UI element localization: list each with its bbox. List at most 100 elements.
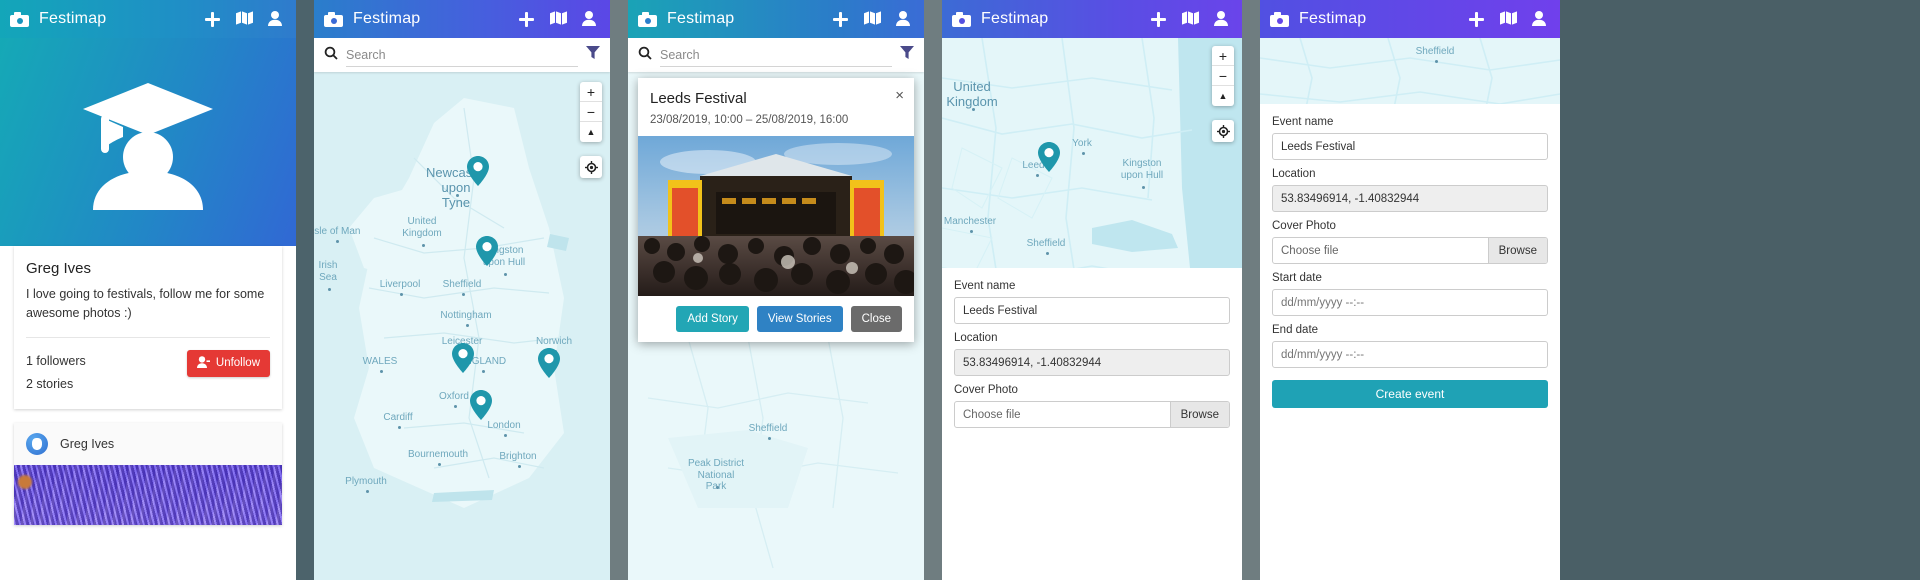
map-city-dot bbox=[768, 437, 771, 440]
map-icon[interactable] bbox=[864, 11, 881, 27]
plus-icon[interactable] bbox=[832, 11, 848, 27]
zoom-controls[interactable]: + − ▲ bbox=[1212, 46, 1234, 106]
app-bar: Festimap bbox=[0, 0, 296, 38]
map-label: WALES bbox=[362, 356, 398, 367]
zoom-out-button[interactable]: − bbox=[1212, 66, 1234, 86]
camera-icon bbox=[952, 11, 971, 27]
map-city-dot bbox=[380, 370, 383, 373]
person-icon[interactable] bbox=[1214, 11, 1230, 27]
locate-icon bbox=[584, 160, 598, 174]
create-event-form: Event name Location Cover Photo Choose f… bbox=[1260, 104, 1560, 580]
map-canvas[interactable]: Search + − ▲ Newcastle upon Tyne Isle of M… bbox=[314, 38, 610, 580]
search-bar[interactable]: Search bbox=[314, 38, 610, 72]
map-city-dot bbox=[518, 465, 521, 468]
map-icon[interactable] bbox=[1500, 11, 1517, 27]
app-title: Festimap bbox=[1299, 10, 1367, 27]
compass-button[interactable]: ▲ bbox=[1212, 86, 1234, 106]
profile-hero bbox=[0, 38, 296, 246]
map-graphic bbox=[314, 38, 610, 580]
zoom-in-button[interactable]: + bbox=[580, 82, 602, 102]
unfollow-button[interactable]: Unfollow bbox=[186, 349, 270, 377]
browse-button[interactable]: Browse bbox=[1169, 402, 1229, 427]
map-city-dot bbox=[422, 244, 425, 247]
plus-icon[interactable] bbox=[1468, 11, 1484, 27]
plus-icon[interactable] bbox=[1150, 11, 1166, 27]
map-city-dot bbox=[972, 108, 975, 111]
profile-name: Greg Ives bbox=[26, 260, 92, 277]
map-city-dot bbox=[504, 273, 507, 276]
profile-card: Greg Ives I love going to festivals, fol… bbox=[14, 246, 282, 409]
map-canvas[interactable]: Search SheffieldPeak DistrictNational Pa… bbox=[628, 38, 924, 580]
start-date-input[interactable] bbox=[1272, 289, 1548, 316]
map-city-dot bbox=[482, 370, 485, 373]
person-icon[interactable] bbox=[1532, 11, 1548, 27]
map-pin[interactable] bbox=[470, 390, 492, 420]
plus-icon[interactable] bbox=[518, 11, 534, 27]
close-button[interactable]: Close bbox=[850, 306, 902, 332]
map-label: Liverpool bbox=[379, 279, 421, 290]
add-story-button[interactable]: Add Story bbox=[676, 306, 749, 332]
file-placeholder: Choose file bbox=[963, 408, 1021, 421]
file-placeholder: Choose file bbox=[1281, 244, 1339, 257]
person-icon[interactable] bbox=[268, 11, 284, 27]
app-title: Festimap bbox=[39, 10, 107, 27]
zoom-controls[interactable]: + − ▲ bbox=[580, 82, 602, 142]
map-pin[interactable] bbox=[452, 343, 474, 373]
app-bar: Festimap bbox=[942, 0, 1242, 38]
map-label: Plymouth bbox=[345, 476, 387, 487]
map-pin[interactable] bbox=[1038, 142, 1060, 172]
browse-button[interactable]: Browse bbox=[1487, 238, 1547, 263]
locate-button[interactable] bbox=[1212, 120, 1234, 142]
search-placeholder: Search bbox=[660, 47, 700, 62]
map-city-dot bbox=[456, 194, 459, 197]
map-city-dot bbox=[462, 293, 465, 296]
map-city-dot bbox=[716, 486, 719, 489]
camera-icon bbox=[324, 11, 343, 27]
plus-icon[interactable] bbox=[204, 11, 220, 27]
location-input[interactable] bbox=[1272, 185, 1548, 212]
event-dates: 23/08/2019, 10:00 – 25/08/2019, 16:00 bbox=[650, 114, 849, 126]
story-card[interactable]: Greg Ives bbox=[14, 423, 282, 525]
search-bar[interactable]: Search bbox=[628, 38, 924, 72]
event-name-input[interactable] bbox=[954, 297, 1230, 324]
search-icon bbox=[324, 46, 338, 65]
panel-gap bbox=[296, 0, 314, 580]
locate-button[interactable] bbox=[580, 156, 602, 178]
zoom-in-button[interactable]: + bbox=[1212, 46, 1234, 66]
map-pin[interactable] bbox=[467, 156, 489, 186]
person-icon[interactable] bbox=[582, 11, 598, 27]
map-label: Nottingham bbox=[440, 310, 492, 321]
end-date-input[interactable] bbox=[1272, 341, 1548, 368]
map-label: London bbox=[487, 420, 521, 431]
map-city-dot bbox=[1435, 60, 1438, 63]
panel-map-browse: Festimap Search + − ▲ Newcastle upon Tyn… bbox=[314, 0, 610, 580]
camera-icon bbox=[638, 11, 657, 27]
person-icon[interactable] bbox=[896, 11, 912, 27]
panel-gap bbox=[610, 0, 628, 580]
zoom-out-button[interactable]: − bbox=[580, 102, 602, 122]
close-icon[interactable]: × bbox=[895, 88, 904, 103]
cover-photo-file-input[interactable]: Choose file Browse bbox=[1272, 237, 1548, 264]
view-stories-button[interactable]: View Stories bbox=[756, 306, 843, 332]
map-icon[interactable] bbox=[1182, 11, 1199, 27]
map-icon[interactable] bbox=[236, 11, 253, 27]
create-event-form: Event name Location Cover Photo Choose f… bbox=[942, 268, 1242, 580]
filter-icon[interactable] bbox=[900, 46, 914, 64]
create-event-button[interactable]: Create event bbox=[1272, 380, 1548, 408]
filter-icon[interactable] bbox=[586, 46, 600, 64]
map-city-dot bbox=[504, 434, 507, 437]
event-cover-photo bbox=[638, 136, 914, 296]
event-name-input[interactable] bbox=[1272, 133, 1548, 160]
map-city-dot bbox=[366, 490, 369, 493]
panel-event-popup: Festimap Search Sheffield Peak District … bbox=[628, 0, 924, 580]
map-pin[interactable] bbox=[476, 236, 498, 266]
location-input[interactable] bbox=[954, 349, 1230, 376]
map-icon[interactable] bbox=[550, 11, 567, 27]
map-city-dot bbox=[1046, 252, 1049, 255]
map-pin[interactable] bbox=[538, 348, 560, 378]
profile-bio: I love going to festivals, follow me for… bbox=[26, 287, 265, 320]
map-label: Sheffield bbox=[748, 423, 788, 434]
cover-photo-file-input[interactable]: Choose file Browse bbox=[954, 401, 1230, 428]
location-label: Location bbox=[954, 332, 998, 344]
compass-button[interactable]: ▲ bbox=[580, 122, 602, 142]
